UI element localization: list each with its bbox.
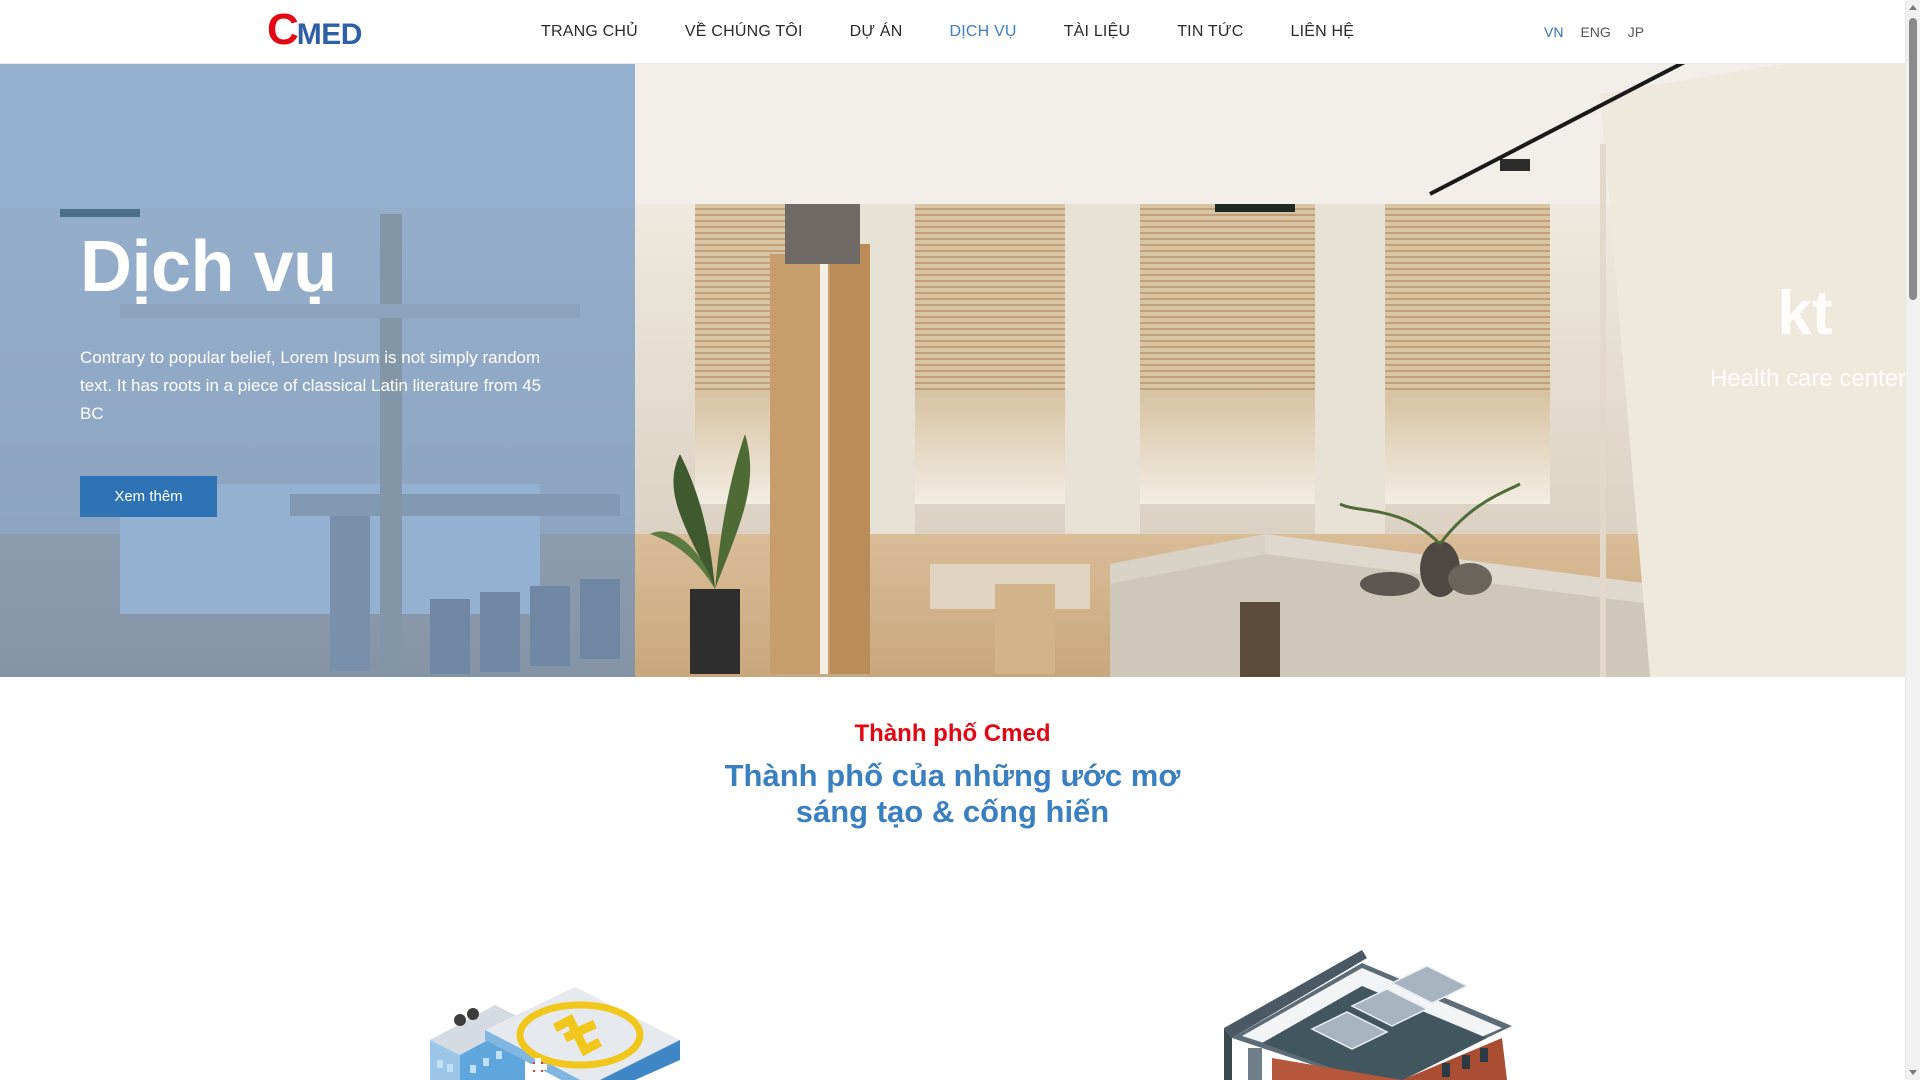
cmed-logo[interactable]: C MED bbox=[267, 8, 363, 52]
hospital-building-icon bbox=[430, 987, 680, 1080]
nav-item-documents[interactable]: TÀI LIỆU bbox=[1064, 23, 1131, 41]
solar-roof-building-icon bbox=[1224, 950, 1512, 1080]
see-more-button[interactable]: Xem thêm bbox=[80, 476, 217, 517]
hero-banner: kt Health care center Dịch vụ Contrary t… bbox=[0, 64, 1905, 677]
nav-item-projects[interactable]: DỰ ÁN bbox=[850, 23, 903, 41]
nav-item-contact[interactable]: LIÊN HỆ bbox=[1291, 23, 1355, 41]
hero-title: Dịch vụ bbox=[80, 227, 337, 307]
section-kicker: Thành phố Cmed bbox=[854, 720, 1051, 747]
language-switcher: VN ENG JP bbox=[1544, 0, 1661, 64]
lang-eng[interactable]: ENG bbox=[1580, 24, 1610, 40]
nav-item-news[interactable]: TIN TỨC bbox=[1177, 23, 1243, 41]
nav-item-about[interactable]: VỀ CHÚNG TÔI bbox=[685, 23, 803, 41]
main-nav: TRANG CHỦ VỀ CHÚNG TÔI DỰ ÁN DỊCH VỤ TÀI… bbox=[541, 0, 1401, 64]
nav-item-home[interactable]: TRANG CHỦ bbox=[541, 23, 638, 41]
scroll-down-arrow-icon[interactable] bbox=[1909, 1070, 1917, 1075]
lang-jp[interactable]: JP bbox=[1628, 24, 1644, 40]
section-title-line-1: Thành phố của những ước mơ bbox=[724, 758, 1181, 793]
section-title: Thành phố của những ước mơ sáng tạo & cố… bbox=[0, 758, 1905, 830]
site-header: C MED TRANG CHỦ VỀ CHÚNG TÔI DỰ ÁN DỊCH … bbox=[0, 0, 1905, 64]
page-scrollbar[interactable] bbox=[1905, 0, 1920, 1080]
hero-description: Contrary to popular belief, Lorem Ipsum … bbox=[80, 348, 542, 423]
nav-item-services[interactable]: DỊCH VỤ bbox=[950, 23, 1017, 41]
logo-wordmark: MED bbox=[296, 18, 363, 51]
lang-vn[interactable]: VN bbox=[1544, 24, 1563, 40]
scrollbar-thumb[interactable] bbox=[1909, 18, 1917, 300]
section-title-line-2: sáng tạo & cống hiến bbox=[795, 794, 1110, 829]
wall-sign-text: Health care center bbox=[1710, 365, 1905, 392]
scroll-up-arrow-icon[interactable] bbox=[1909, 5, 1917, 10]
wall-sign-logo: kt bbox=[1777, 279, 1832, 348]
logo-initial: C bbox=[267, 5, 299, 54]
